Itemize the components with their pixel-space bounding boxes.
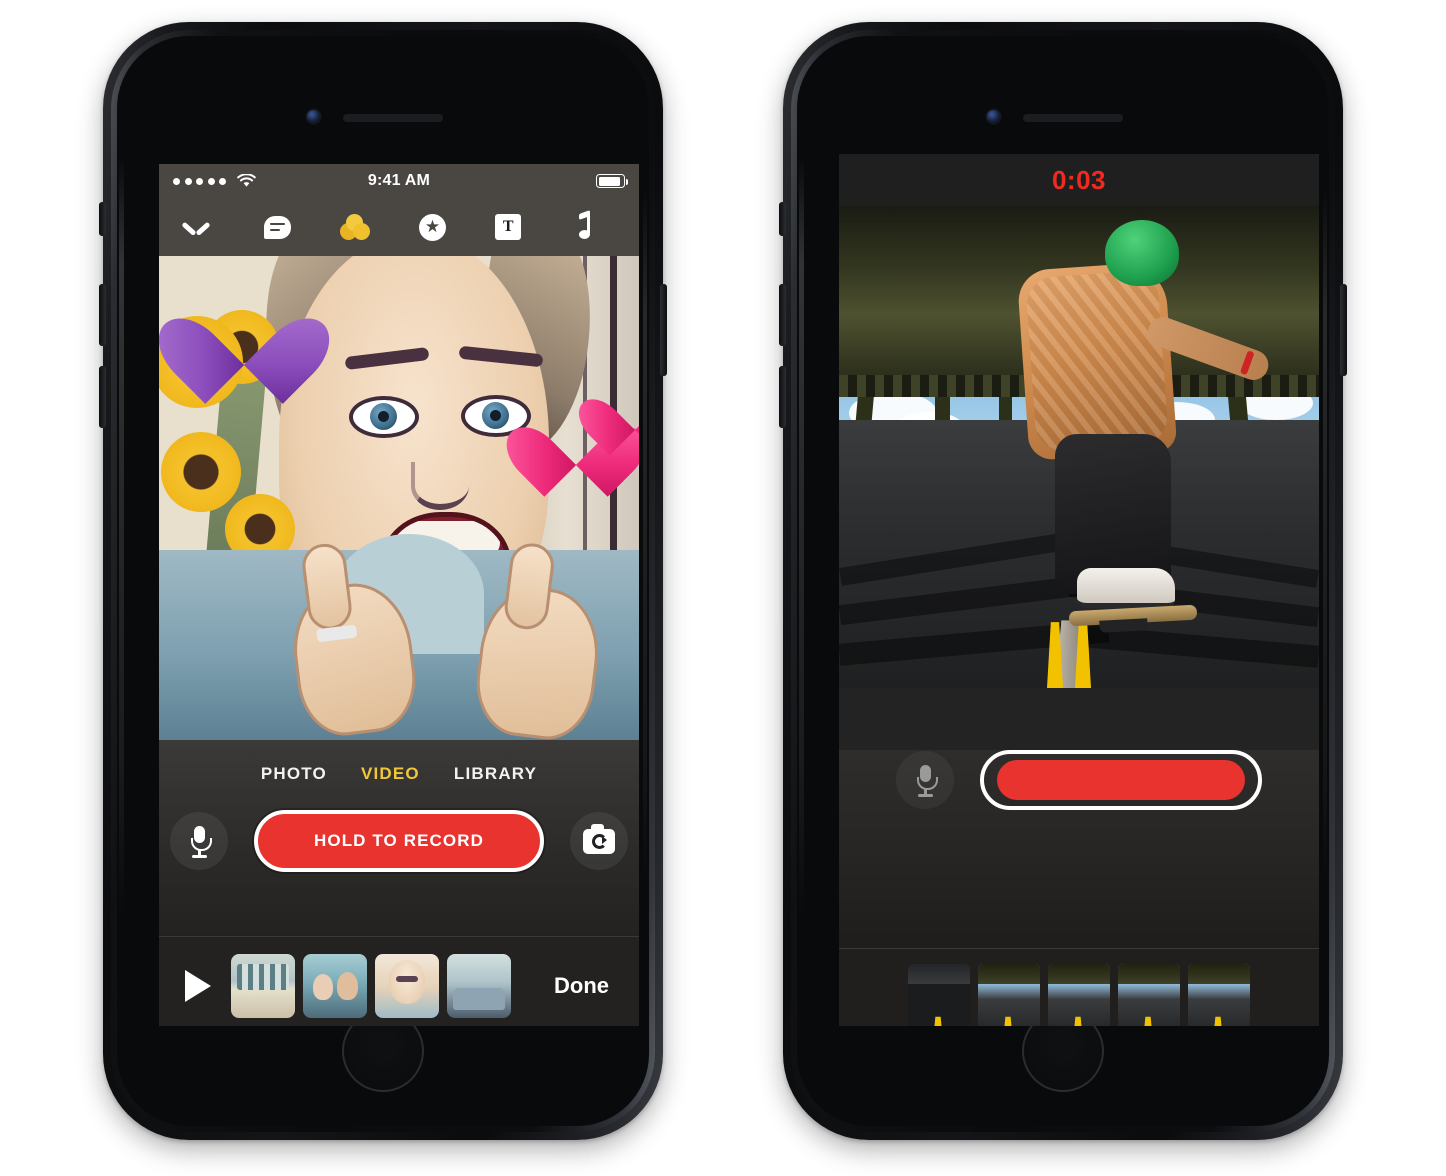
glass-highlight-left: [799, 156, 804, 916]
glass-highlight-left: [119, 156, 124, 916]
volume-up-button[interactable]: [779, 284, 786, 346]
battery-icon: [596, 174, 629, 188]
list-item[interactable]: [1118, 963, 1180, 1026]
list-item[interactable]: [231, 953, 295, 1018]
mute-switch[interactable]: [99, 202, 106, 236]
camera-preview-right[interactable]: [839, 206, 1319, 688]
star-badge-icon: ★: [418, 213, 446, 241]
purple-heart-sticker[interactable]: [189, 280, 299, 386]
sneaker: [1077, 568, 1175, 608]
glass-highlight-right: [1323, 186, 1327, 886]
camera-flip-icon: [583, 823, 615, 854]
clip-filmstrip-left: Done: [159, 936, 639, 1026]
toolbar-item-filters[interactable]: [339, 198, 370, 256]
chevron-down-icon: [183, 214, 209, 240]
sunflower: [161, 432, 241, 512]
speech-bubble-icon: [263, 215, 291, 239]
toolbar-item-text[interactable]: T: [495, 198, 522, 256]
flip-camera-button[interactable]: [570, 812, 628, 870]
record-button-label: HOLD TO RECORD: [314, 831, 484, 850]
mode-photo[interactable]: PHOTO: [261, 764, 327, 784]
microphone-icon: [916, 765, 938, 797]
play-icon[interactable]: [185, 969, 211, 1002]
power-button[interactable]: [1340, 284, 1347, 376]
eye-left: [349, 396, 419, 438]
screenshot-stage: 9:41 AM ★ T PHOTO VIDEO LIBRARY HOLD TO …: [0, 0, 1446, 1176]
recording-timer: 0:03: [1051, 164, 1107, 195]
record-row: [839, 750, 1319, 810]
text-box-icon: T: [495, 214, 522, 240]
list-item[interactable]: [303, 953, 367, 1018]
recording-button[interactable]: [980, 750, 1262, 810]
status-bar: 9:41 AM: [159, 164, 639, 198]
phone-glass: 9:41 AM ★ T PHOTO VIDEO LIBRARY HOLD TO …: [117, 36, 649, 1126]
hold-to-record-button[interactable]: HOLD TO RECORD: [254, 810, 544, 872]
capture-controls-left: PHOTO VIDEO LIBRARY HOLD TO RECORD: [159, 740, 639, 936]
skateboard-scene-image: [839, 206, 1319, 688]
list-item[interactable]: [978, 963, 1040, 1026]
volume-down-button[interactable]: [99, 366, 106, 428]
status-bar-time: 9:41 AM: [367, 172, 431, 189]
volume-down-button[interactable]: [779, 366, 786, 428]
microphone-icon: [190, 826, 212, 858]
front-camera: [987, 110, 1000, 123]
collapse-toolbar-button[interactable]: [159, 198, 233, 256]
recording-timer-bar: 0:03: [839, 154, 1319, 206]
editor-toolbar: ★ T: [159, 198, 639, 256]
clip-filmstrip-right: [839, 948, 1319, 1026]
record-fill: [997, 760, 1245, 800]
microphone-button[interactable]: [170, 812, 228, 870]
green-helmet: [1105, 220, 1179, 286]
iris-left: [370, 403, 397, 430]
volume-up-button[interactable]: [99, 284, 106, 346]
earpiece-speaker: [343, 114, 443, 122]
pink-heart-small-sticker[interactable]: [599, 374, 639, 444]
screen-left: 9:41 AM ★ T PHOTO VIDEO LIBRARY HOLD TO …: [159, 164, 639, 1026]
capture-controls-right: [839, 750, 1319, 948]
mode-library[interactable]: LIBRARY: [454, 764, 537, 784]
toolbar-item-comic-bubble[interactable]: [263, 198, 291, 256]
power-button[interactable]: [660, 284, 667, 376]
list-item[interactable]: [1048, 963, 1110, 1026]
toolbar-item-stickers[interactable]: ★: [418, 198, 446, 256]
wristband: [1239, 350, 1255, 376]
mode-video[interactable]: VIDEO: [361, 764, 420, 784]
toolbar-icon-group: ★ T: [233, 198, 639, 256]
iris-right: [482, 402, 509, 429]
done-button[interactable]: Done: [554, 973, 609, 999]
earpiece-speaker: [1023, 114, 1123, 122]
mute-switch[interactable]: [779, 202, 786, 236]
record-row: HOLD TO RECORD: [159, 810, 639, 872]
list-item[interactable]: [375, 953, 439, 1018]
phone-right: 0:03: [779, 22, 1347, 1140]
patterned-shirt: [1016, 261, 1178, 461]
microphone-button[interactable]: [896, 751, 954, 809]
camera-preview-left[interactable]: [159, 256, 639, 740]
list-item[interactable]: [447, 953, 511, 1018]
phone-glass: 0:03: [797, 36, 1329, 1126]
list-item[interactable]: [908, 963, 970, 1026]
list-item[interactable]: [1188, 963, 1250, 1026]
mode-selector: PHOTO VIDEO LIBRARY: [159, 740, 639, 784]
front-camera: [307, 110, 320, 123]
filters-circles-icon: [339, 213, 370, 241]
toolbar-item-music[interactable]: [570, 198, 594, 256]
skateboarder: [1009, 216, 1273, 627]
glass-highlight-right: [643, 186, 647, 886]
comic-portrait-image: [159, 256, 639, 740]
screen-right: 0:03: [839, 154, 1319, 1026]
music-note-icon: [570, 209, 594, 241]
phone-left: 9:41 AM ★ T PHOTO VIDEO LIBRARY HOLD TO …: [99, 22, 667, 1140]
nose: [411, 462, 469, 510]
